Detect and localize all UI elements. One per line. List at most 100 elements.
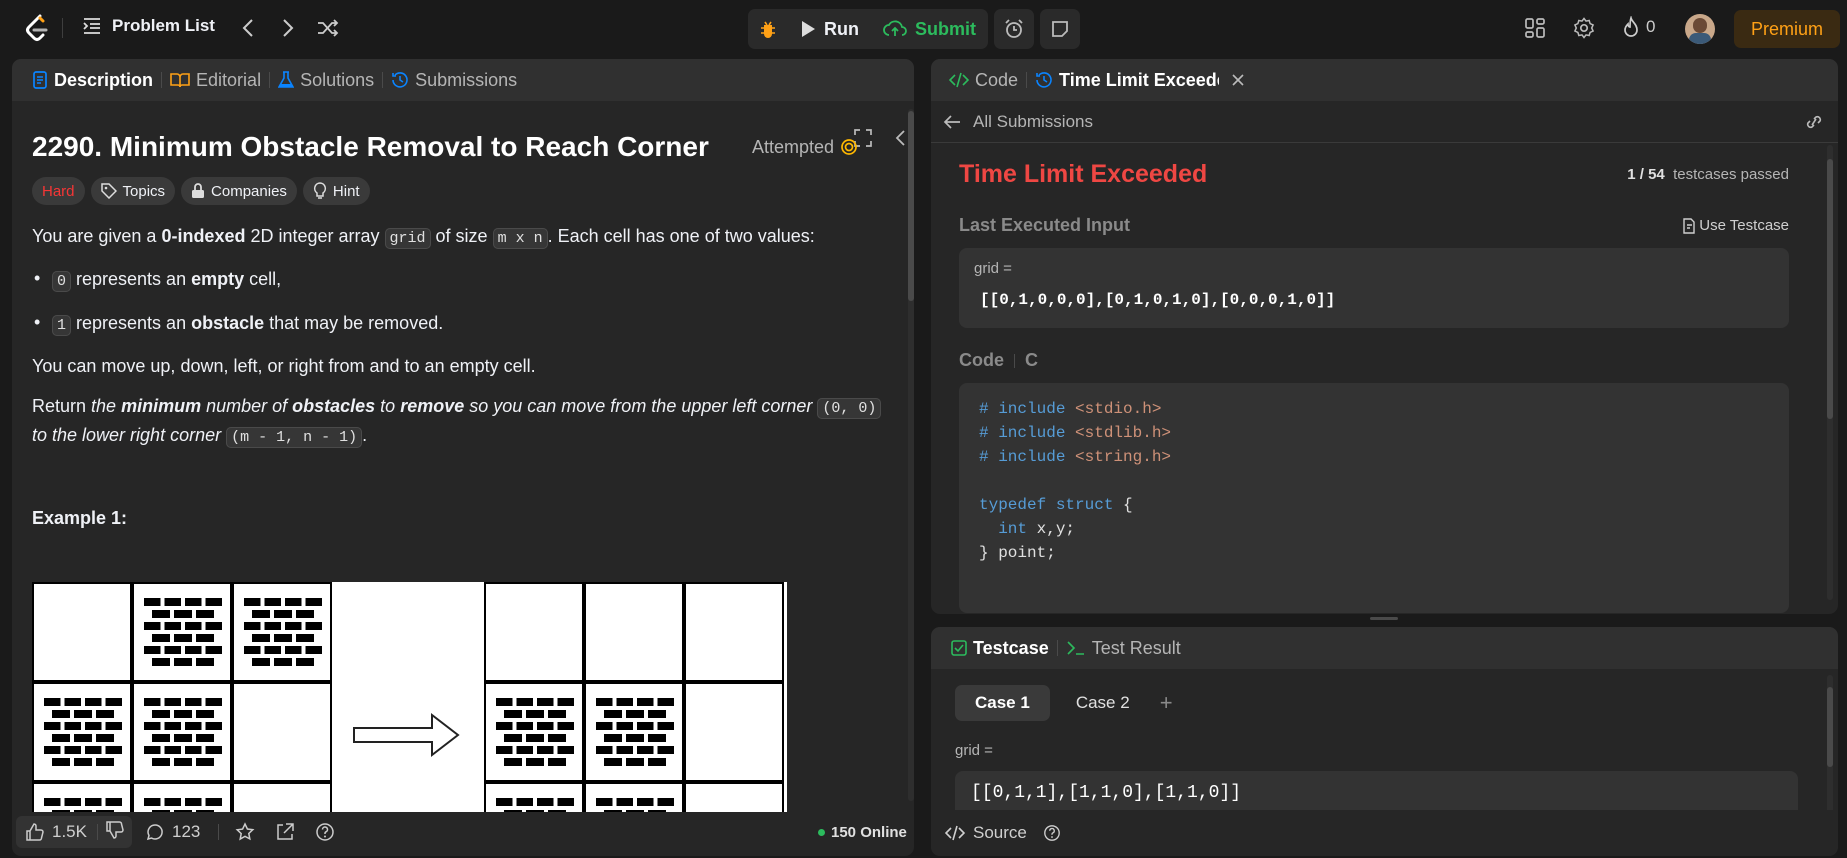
layout-grid-icon[interactable] <box>1524 17 1546 39</box>
streak-counter[interactable]: 0 <box>1622 16 1655 38</box>
case-1-tab[interactable]: Case 1 <box>955 685 1050 721</box>
thumbs-down-icon <box>106 820 124 839</box>
link-chain-icon[interactable] <box>1804 113 1824 131</box>
tab-testcase[interactable]: Testcase <box>943 638 1057 659</box>
obstacle-cell <box>32 782 132 812</box>
obstacle-cell <box>584 782 684 812</box>
tab-editorial[interactable]: Editorial <box>162 70 269 91</box>
all-submissions-link[interactable]: All Submissions <box>943 112 1093 132</box>
source-button[interactable]: Source <box>945 823 1027 843</box>
last-input-box: grid = [[0,1,0,0,0],[0,1,0,1,0],[0,0,0,1… <box>959 248 1789 328</box>
scrollbar-thumb[interactable] <box>908 111 914 301</box>
bug-icon <box>758 19 778 39</box>
code-string: <string.h> <box>1075 448 1172 466</box>
submission-result: Time Limit Exceeded 1 / 54 testcases pas… <box>959 160 1789 613</box>
next-problem-icon[interactable] <box>276 16 300 40</box>
code-keyword: int <box>979 520 1028 538</box>
text: . Each cell has one of two values: <box>547 226 815 246</box>
submission-subheader: All Submissions <box>931 101 1838 143</box>
comments-button[interactable]: 123 <box>146 822 200 842</box>
text: You are given a <box>32 226 162 246</box>
brick-wall-icon <box>144 598 222 666</box>
text: represents an <box>71 269 192 289</box>
help-circle-icon[interactable] <box>1043 824 1061 842</box>
share-icon[interactable] <box>275 822 295 842</box>
tab-code[interactable]: Code <box>941 70 1026 91</box>
hint-tag[interactable]: Hint <box>302 177 370 205</box>
bold-text: empty <box>191 269 245 289</box>
resize-handle[interactable] <box>1370 617 1398 620</box>
difficulty-badge: Hard <box>32 177 85 205</box>
alarm-clock-icon <box>1003 18 1025 40</box>
obstacle-cell <box>232 582 332 682</box>
topics-label: Topics <box>122 182 166 200</box>
code-line: # include <stdio.h> <box>979 397 1769 421</box>
settings-gear-icon[interactable] <box>1573 17 1595 39</box>
case-2-tab[interactable]: Case 2 <box>1060 685 1146 721</box>
tab-test-result[interactable]: Test Result <box>1058 638 1189 659</box>
attempted-label: Attempted <box>751 136 834 157</box>
code-brackets-icon <box>949 72 969 88</box>
list-icon <box>82 16 102 36</box>
scrollbar-thumb[interactable] <box>1827 159 1833 419</box>
help-circle-icon[interactable] <box>315 822 335 842</box>
problem-list-button[interactable]: Problem List <box>82 16 215 36</box>
inline-code: (0, 0) <box>817 398 882 419</box>
tab-submissions[interactable]: Submissions <box>383 70 525 91</box>
submit-label: Submit <box>915 18 976 39</box>
empty-cell <box>684 782 784 812</box>
companies-label: Companies <box>211 182 287 200</box>
submitted-code-block[interactable]: # include <stdio.h> # include <stdlib.h>… <box>959 383 1789 613</box>
prev-problem-icon[interactable] <box>236 16 260 40</box>
avatar[interactable] <box>1685 14 1715 44</box>
premium-button[interactable]: Premium <box>1734 10 1840 48</box>
tab-description[interactable]: Description <box>24 70 161 91</box>
description-footer: 1.5K 123 150 Online <box>12 810 912 854</box>
obstacle-cell <box>132 682 232 782</box>
top-bar: Problem List Run Submit 0 Premium <box>0 0 1847 57</box>
star-icon[interactable] <box>235 822 255 842</box>
code-keyword: typedef struct <box>979 496 1114 514</box>
dislike-button[interactable] <box>98 820 132 844</box>
timer-button[interactable] <box>994 9 1034 49</box>
obstacle-cell <box>32 682 132 782</box>
submit-button[interactable]: Submit <box>871 9 988 49</box>
description-paragraph-2: You can move up, down, left, or right fr… <box>32 356 536 376</box>
attempted-circle-icon <box>840 138 858 156</box>
empty-cell <box>584 582 684 682</box>
example-image <box>32 582 787 812</box>
shuffle-icon[interactable] <box>316 16 340 40</box>
empty-cell <box>484 582 584 682</box>
close-tab-icon[interactable] <box>1231 73 1245 87</box>
add-case-button[interactable]: + <box>1160 690 1173 716</box>
bold-italic-text: minimum <box>121 396 202 416</box>
notes-button[interactable] <box>1040 9 1080 49</box>
code-tabs: Code Time Limit Exceeded <box>931 59 1838 101</box>
hint-label: Hint <box>332 182 360 200</box>
companies-tag[interactable]: Companies <box>181 177 297 205</box>
run-button[interactable]: Run <box>788 9 871 49</box>
like-count: 1.5K <box>52 822 87 841</box>
debug-button[interactable] <box>748 9 788 49</box>
history-icon <box>1035 71 1053 89</box>
code-keyword: # include <box>979 424 1076 442</box>
tab-solutions[interactable]: Solutions <box>270 70 382 91</box>
code-line: int x,y; <box>979 517 1769 541</box>
tab-time-limit-exceeded[interactable]: Time Limit Exceeded <box>1027 70 1227 91</box>
topics-tag[interactable]: Topics <box>90 177 176 205</box>
code-keyword: # include <box>979 448 1076 466</box>
file-edit-icon <box>1682 217 1696 234</box>
collapse-chevron-icon[interactable] <box>894 129 906 147</box>
source-label: Source <box>973 823 1027 842</box>
like-button[interactable]: 1.5K <box>16 822 97 842</box>
bold-text: obstacle <box>191 313 265 333</box>
empty-cell <box>232 782 332 812</box>
code-string: <stdio.h> <box>1075 400 1162 418</box>
play-icon <box>800 20 816 38</box>
leetcode-logo-icon[interactable] <box>24 14 50 42</box>
problem-title[interactable]: 2290. Minimum Obstacle Removal to Reach … <box>32 131 709 163</box>
obstacle-cell <box>584 682 684 782</box>
verdict-title: Time Limit Exceeded <box>959 160 1208 188</box>
use-testcase-button[interactable]: Use Testcase <box>1682 217 1789 234</box>
scrollbar-thumb[interactable] <box>1827 687 1833 767</box>
